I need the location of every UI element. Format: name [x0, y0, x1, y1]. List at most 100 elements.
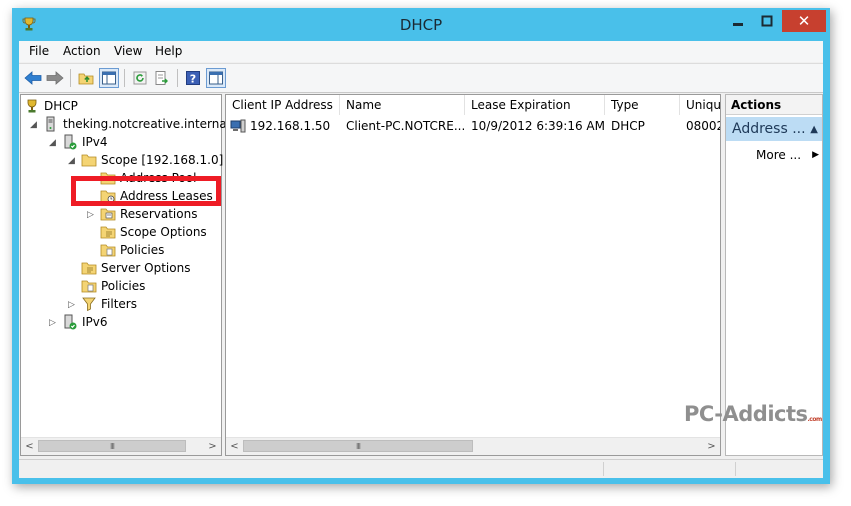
collapsed-arrow-icon[interactable]: ▷ [87, 210, 94, 220]
title-bar[interactable]: DHCP ✕ [12, 8, 830, 41]
expanded-arrow-icon[interactable]: ◢ [49, 138, 56, 148]
options-folder-icon [81, 262, 97, 275]
options-folder-icon [100, 226, 116, 239]
tree-item-label: IPv4 [82, 135, 108, 149]
tree-item-ipv4[interactable]: IPv4 [62, 133, 108, 151]
tree-item-dhcp[interactable]: DHCP [24, 97, 78, 115]
tree-item-label: Policies [120, 243, 165, 257]
help-button[interactable]: ? [183, 68, 203, 88]
more-actions-label: More ... [756, 148, 802, 162]
scroll-thumb[interactable]: III [38, 440, 186, 452]
back-button[interactable] [23, 68, 43, 88]
tree-item-label: theking.notcreative.internal [63, 117, 231, 131]
tree-item-label: Reservations [120, 207, 198, 221]
scroll-left-arrow-icon[interactable]: < [21, 438, 38, 455]
show-hide-console-tree-button[interactable] [99, 68, 119, 88]
tree-item-label: Scope [192.168.1.0] no [101, 153, 243, 167]
tree-item-label: DHCP [44, 99, 78, 113]
window-title: DHCP [399, 16, 443, 34]
tree-item-server[interactable]: theking.notcreative.internal [43, 115, 230, 133]
refresh-button[interactable] [130, 68, 150, 88]
tree-item-label: Server Options [101, 261, 191, 275]
ipv4-server-icon [64, 134, 77, 150]
status-segment [735, 462, 824, 476]
forward-button[interactable] [45, 68, 65, 88]
tree-item-server-options[interactable]: Server Options [81, 259, 190, 277]
watermark-suffix: .com [807, 416, 823, 423]
scroll-right-arrow-icon[interactable]: > [204, 438, 221, 455]
client-name: Client-PC.NOTCRE... [346, 119, 464, 133]
tree-item-label: Filters [101, 297, 137, 311]
submenu-arrow-icon: ▶ [812, 150, 819, 160]
column-header-type[interactable]: Type [605, 95, 680, 115]
maximize-button[interactable] [753, 10, 781, 32]
export-list-icon [155, 71, 168, 85]
scroll-left-arrow-icon[interactable]: < [226, 438, 243, 455]
filter-icon [82, 297, 96, 312]
actions-section-label: Address ... [732, 121, 806, 137]
tree-item-reservations[interactable]: Reservations [100, 205, 197, 223]
policies-folder-icon [100, 244, 116, 257]
up-one-level-button[interactable] [76, 68, 96, 88]
client-ip-address: 192.168.1.50 [250, 119, 331, 133]
close-button[interactable]: ✕ [782, 10, 826, 32]
status-segment [603, 462, 736, 476]
maximize-icon [761, 15, 773, 27]
scroll-thumb[interactable]: III [243, 440, 473, 452]
ip-cell: 192.168.1.50 [230, 118, 340, 134]
toolbar: ? [19, 63, 823, 93]
watermark-text: PC-Addicts [684, 402, 808, 426]
tree-item-label: Policies [101, 279, 146, 293]
console-tree-pane: DHCP ◢ theking.notcreative.internal ◢ IP… [20, 94, 242, 456]
actions-pane-title: Actions [726, 95, 822, 115]
back-arrow-icon [24, 71, 42, 85]
menu-bar: File Action View Help [19, 41, 823, 62]
tree-horizontal-scrollbar[interactable]: < III > [21, 437, 221, 455]
show-hide-action-pane-button[interactable] [206, 68, 226, 88]
computer-lease-icon [230, 119, 246, 133]
column-header-unique-id[interactable]: Uniqu [680, 95, 721, 115]
dhcp-trophy-icon [27, 99, 37, 113]
tree-item-scope-options[interactable]: Scope Options [100, 223, 207, 241]
close-icon: ✕ [797, 12, 811, 30]
minimize-icon [733, 23, 743, 26]
tree-item-policies[interactable]: Policies [81, 277, 145, 295]
collapsed-arrow-icon[interactable]: ▷ [68, 300, 75, 310]
forward-arrow-icon [46, 71, 64, 85]
results-list-pane: Client IP Address Name Lease Expiration … [225, 94, 721, 456]
minimize-button[interactable] [724, 10, 752, 32]
collapse-up-icon[interactable]: ▲ [810, 124, 818, 135]
server-icon [46, 116, 55, 132]
tree-item-scope[interactable]: Scope [192.168.1.0] no [81, 151, 242, 169]
scroll-right-arrow-icon[interactable]: > [703, 438, 720, 455]
column-header-lease-expiration[interactable]: Lease Expiration [465, 95, 605, 115]
tree-item-label: Scope Options [120, 225, 207, 239]
menu-view[interactable]: View [114, 44, 142, 58]
collapsed-arrow-icon[interactable]: ▷ [49, 318, 56, 328]
menu-help[interactable]: Help [155, 44, 182, 58]
highlight-box [71, 176, 221, 206]
expanded-arrow-icon[interactable]: ◢ [30, 120, 37, 130]
tree-item-scope-policies[interactable]: Policies [100, 241, 164, 259]
column-header-client-ip[interactable]: Client IP Address [226, 95, 340, 115]
status-bar [19, 459, 823, 478]
show-hide-console-tree-icon [102, 71, 116, 85]
menu-action[interactable]: Action [63, 44, 101, 58]
tree-item-ipv6[interactable]: IPv6 [62, 313, 108, 331]
expanded-arrow-icon[interactable]: ◢ [68, 156, 75, 166]
folder-icon [81, 154, 97, 167]
actions-section-address-leases[interactable]: Address ... ▲ [726, 117, 822, 141]
menu-file[interactable]: File [29, 44, 49, 58]
tree-item-filters[interactable]: Filters [81, 295, 137, 313]
export-list-button[interactable] [152, 68, 172, 88]
lease-expiration: 10/9/2012 6:39:16 AM [471, 119, 605, 133]
column-header-name[interactable]: Name [340, 95, 465, 115]
more-actions-item[interactable]: More ... ▶ [756, 147, 820, 163]
unique-id: 080027 [686, 119, 720, 133]
toolbar-separator [70, 69, 71, 87]
policies-folder-icon [81, 280, 97, 293]
svg-text:?: ? [190, 73, 196, 86]
list-horizontal-scrollbar[interactable]: < III > [226, 437, 720, 455]
toolbar-separator [177, 69, 178, 87]
show-hide-action-pane-icon [209, 71, 223, 85]
